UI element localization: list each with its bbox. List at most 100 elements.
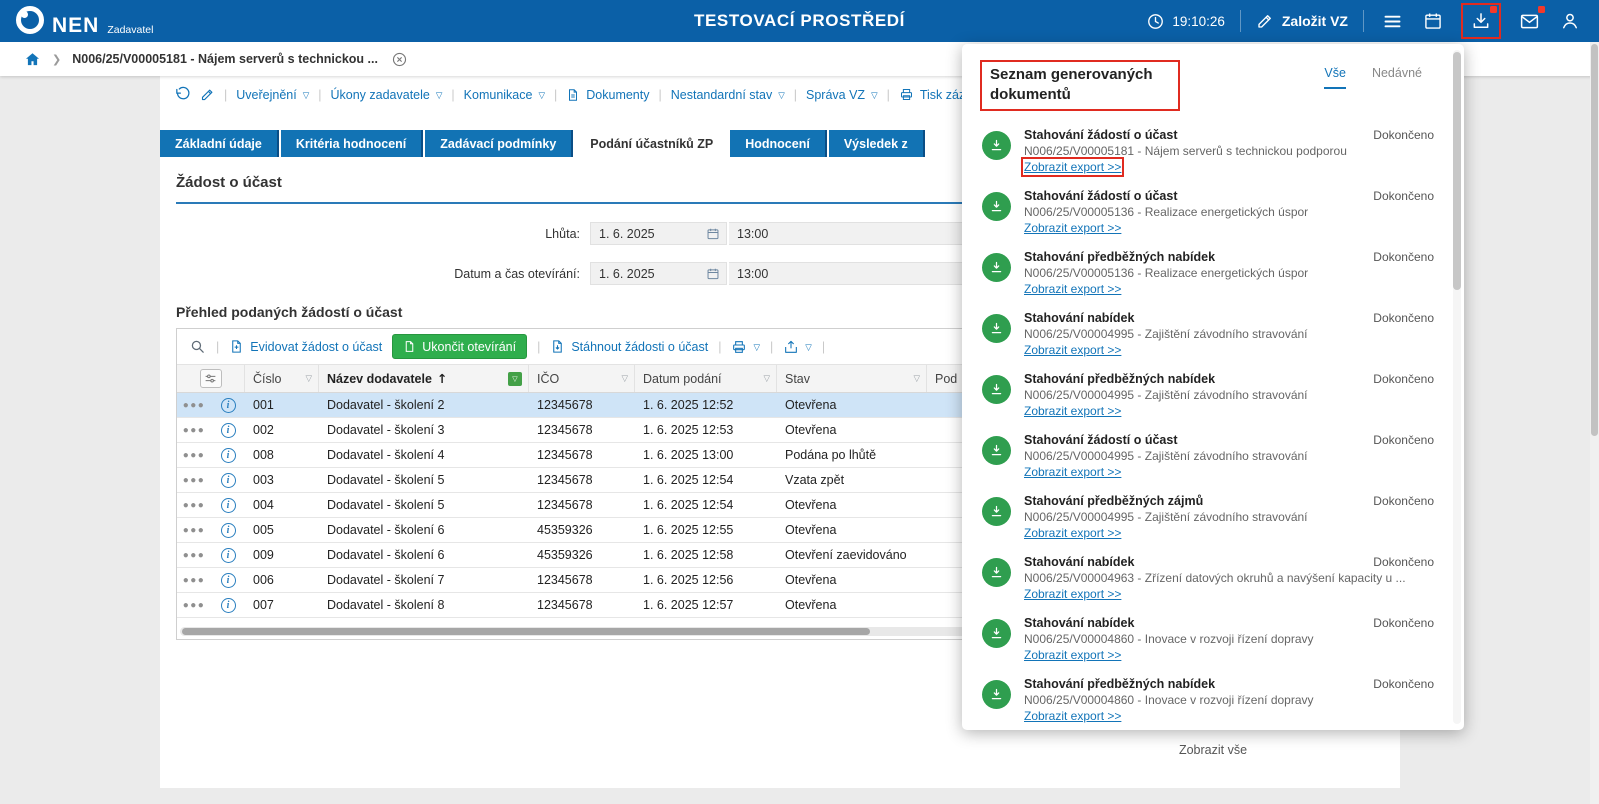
generated-document-item[interactable]: Stahování nabídek Dokončeno N006/25/V000…	[980, 609, 1446, 670]
row-actions-icon[interactable]: ●●●	[177, 450, 211, 461]
generated-document-item[interactable]: Stahování předběžných nabídek Dokončeno …	[980, 365, 1446, 426]
panel-tab[interactable]: Nedávné	[1372, 66, 1422, 89]
toolbar-menu-item[interactable]: Dokumenty ▽	[566, 88, 649, 102]
row-actions-icon[interactable]: ●●●	[177, 475, 211, 486]
generated-document-item[interactable]: Stahování žádostí o účast Dokončeno N006…	[980, 182, 1446, 243]
finish-opening-button[interactable]: Ukončit otevírání	[392, 334, 527, 359]
row-actions-icon[interactable]: ●●●	[177, 500, 211, 511]
show-export-link[interactable]: Zobrazit export >>	[1024, 587, 1121, 601]
generated-document-item[interactable]: Stahování nabídek Dokončeno N006/25/V000…	[980, 548, 1446, 609]
download-success-icon	[982, 497, 1011, 526]
calendar-button[interactable]	[1420, 8, 1446, 34]
print-button[interactable]: ▽	[731, 339, 760, 355]
show-export-link[interactable]: Zobrazit export >>	[1024, 404, 1121, 418]
tab[interactable]: Zadávací podmínky	[425, 130, 573, 157]
show-export-link[interactable]: Zobrazit export >>	[1024, 648, 1121, 662]
edit-icon[interactable]	[200, 87, 215, 102]
panel-scrollbar-thumb[interactable]	[1453, 52, 1461, 290]
search-icon[interactable]	[189, 338, 206, 355]
download-success-icon	[982, 558, 1011, 587]
info-icon[interactable]: i	[211, 548, 245, 563]
toolbar-menu-item[interactable]: Úkony zadavatele ▽	[331, 88, 443, 102]
profile-button[interactable]	[1557, 8, 1583, 34]
generated-documents-button[interactable]	[1468, 8, 1494, 34]
download-success-icon	[982, 314, 1011, 343]
row-actions-icon[interactable]: ●●●	[177, 425, 211, 436]
info-icon[interactable]: i	[211, 423, 245, 438]
download-requests-button[interactable]: Stáhnout žádosti o účast	[550, 339, 708, 354]
register-request-button[interactable]: Evidovat žádost o účast	[229, 339, 382, 354]
show-export-link[interactable]: Zobrazit export >>	[1024, 343, 1121, 357]
info-icon[interactable]: i	[211, 523, 245, 538]
horizontal-scrollbar-thumb[interactable]	[182, 628, 870, 635]
home-icon[interactable]	[24, 51, 41, 68]
column-header-number[interactable]: Číslo ▽	[245, 365, 319, 392]
tab[interactable]: Kritéria hodnocení	[281, 130, 423, 157]
show-all-link[interactable]: Zobrazit vše	[980, 743, 1446, 757]
show-export-link[interactable]: Zobrazit export >>	[1024, 160, 1121, 174]
info-icon[interactable]: i	[211, 598, 245, 613]
toolbar-menu-item[interactable]: Správa VZ ▽	[806, 88, 878, 102]
panel-scrollbar[interactable]	[1453, 50, 1461, 724]
toolbar-menu-item[interactable]: Nestandardní stav ▽	[671, 88, 785, 102]
cell-number: 009	[245, 548, 319, 562]
info-icon[interactable]: i	[211, 473, 245, 488]
create-vz-button[interactable]: Založit VZ	[1256, 12, 1348, 30]
calendar-picker-icon[interactable]	[706, 267, 720, 281]
row-actions-icon[interactable]: ●●●	[177, 525, 211, 536]
toolbar-menu-item[interactable]: Komunikace ▽	[464, 88, 545, 102]
tab[interactable]: Základní údaje	[160, 130, 279, 157]
window-scrollbar[interactable]	[1590, 42, 1599, 804]
history-icon[interactable]	[174, 86, 191, 103]
breadcrumb-record[interactable]: N006/25/V00005181 - Nájem serverů s tech…	[72, 52, 378, 66]
column-settings-icon[interactable]	[200, 369, 222, 388]
column-header-submitted[interactable]: Datum podání ▽	[635, 365, 777, 392]
generated-document-item[interactable]: Stahování předběžných nabídek Dokončeno …	[980, 243, 1446, 304]
filter-caret-icon[interactable]: ▽	[615, 374, 628, 384]
tab[interactable]: Podání účastníků ZP	[575, 130, 728, 157]
info-icon[interactable]: i	[211, 448, 245, 463]
filter-caret-icon[interactable]: ▽	[757, 374, 770, 384]
export-button[interactable]: ▽	[783, 339, 812, 355]
show-export-link[interactable]: Zobrazit export >>	[1024, 709, 1121, 723]
filter-active-icon[interactable]: ▽	[508, 372, 522, 386]
opening-date-input[interactable]: 1. 6. 2025	[590, 262, 727, 285]
column-header-supplier[interactable]: Název dodavatele ↑ ▽	[319, 365, 529, 392]
menu-button[interactable]	[1379, 8, 1405, 34]
row-actions-icon[interactable]: ●●●	[177, 550, 211, 561]
separator: |	[718, 340, 721, 354]
window-scrollbar-thumb[interactable]	[1591, 44, 1598, 436]
nen-logo[interactable]: NEN Zadavatel	[0, 6, 153, 36]
generated-document-item[interactable]: Stahování žádostí o účast Dokončeno N006…	[980, 121, 1446, 182]
calendar-picker-icon[interactable]	[706, 227, 720, 241]
messages-button[interactable]	[1516, 8, 1542, 34]
cell-number: 005	[245, 523, 319, 537]
show-export-link[interactable]: Zobrazit export >>	[1024, 526, 1121, 540]
generated-document-item[interactable]: Stahování žádostí o účast Dokončeno N006…	[980, 426, 1446, 487]
show-export-link[interactable]: Zobrazit export >>	[1024, 282, 1121, 296]
row-actions-icon[interactable]: ●●●	[177, 600, 211, 611]
sort-asc-icon[interactable]: ↑	[437, 371, 447, 386]
info-icon[interactable]: i	[211, 573, 245, 588]
close-record-icon[interactable]	[391, 51, 408, 68]
column-header-state[interactable]: Stav ▽	[777, 365, 927, 392]
filter-caret-icon[interactable]: ▽	[299, 374, 312, 384]
info-icon[interactable]: i	[211, 498, 245, 513]
deadline-date-input[interactable]: 1. 6. 2025	[590, 222, 727, 245]
filter-caret-icon[interactable]: ▽	[907, 374, 920, 384]
top-bar: NEN Zadavatel TESTOVACÍ PROSTŘEDÍ 19:10:…	[0, 0, 1599, 42]
panel-tab[interactable]: Vše	[1324, 66, 1346, 89]
show-export-link[interactable]: Zobrazit export >>	[1024, 465, 1121, 479]
row-actions-icon[interactable]: ●●●	[177, 575, 211, 586]
chevron-down-icon: ▽	[538, 89, 545, 101]
column-header-ico[interactable]: IČO ▽	[529, 365, 635, 392]
generated-document-item[interactable]: Stahování předběžných zájmů Dokončeno N0…	[980, 487, 1446, 548]
info-icon[interactable]: i	[211, 398, 245, 413]
toolbar-menu-item[interactable]: Uveřejnění ▽	[236, 88, 309, 102]
show-export-link[interactable]: Zobrazit export >>	[1024, 221, 1121, 235]
tab[interactable]: Hodnocení	[730, 130, 827, 157]
tab[interactable]: Výsledek z	[829, 130, 925, 157]
generated-document-item[interactable]: Stahování předběžných nabídek Dokončeno …	[980, 670, 1446, 731]
generated-document-item[interactable]: Stahování nabídek Dokončeno N006/25/V000…	[980, 304, 1446, 365]
row-actions-icon[interactable]: ●●●	[177, 400, 211, 411]
